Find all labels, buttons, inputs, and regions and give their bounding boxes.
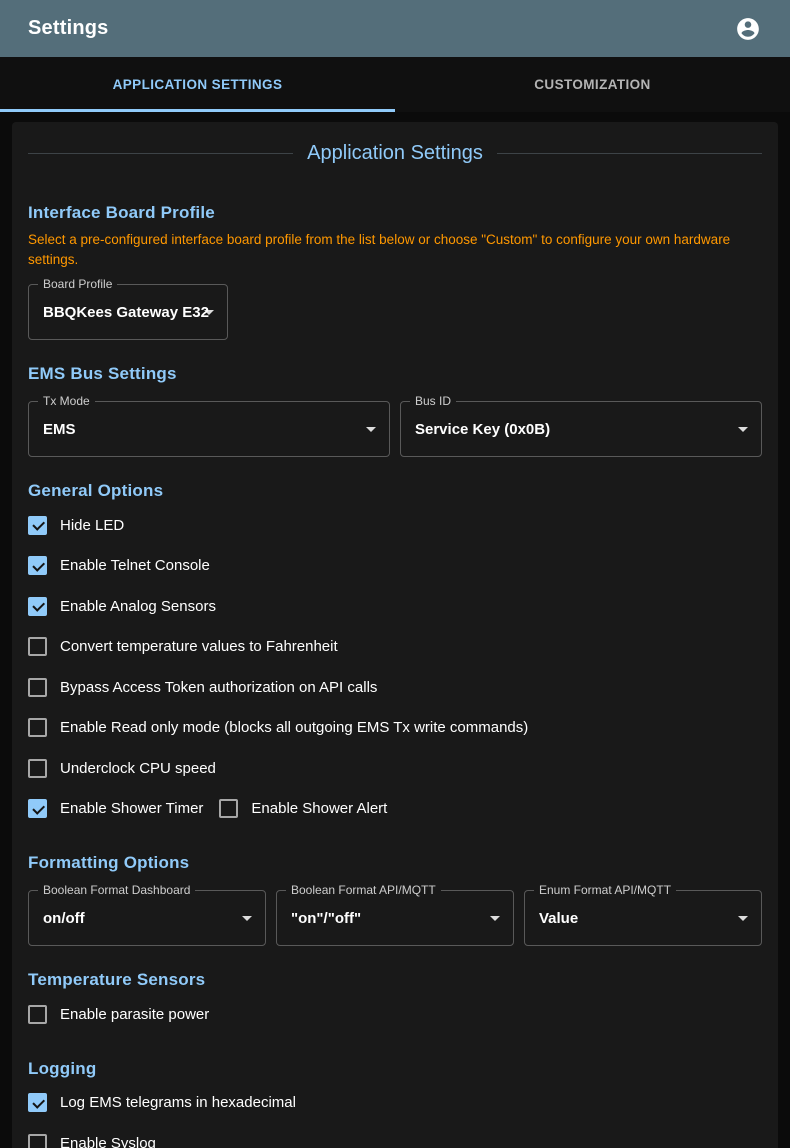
- checkbox-box[interactable]: [28, 516, 47, 535]
- checkbox-row: Hide LED: [28, 505, 762, 546]
- checkbox-label: Enable Read only mode (blocks all outgoi…: [60, 719, 528, 736]
- boolean-format-dashboard-value: on/off: [43, 910, 85, 927]
- temperature-sensors-group: Enable parasite power: [28, 994, 762, 1035]
- checkbox-box[interactable]: [28, 637, 47, 656]
- checkbox-enable-shower-timer[interactable]: Enable Shower Timer: [28, 799, 203, 818]
- checkbox-label: Enable parasite power: [60, 1006, 209, 1023]
- checkbox-box[interactable]: [28, 1005, 47, 1024]
- tx-mode-select-label: Tx Mode: [38, 394, 95, 408]
- bus-id-select[interactable]: Bus ID Service Key (0x0B): [400, 401, 762, 457]
- checkbox-box[interactable]: [28, 1134, 47, 1148]
- checkbox-box[interactable]: [28, 597, 47, 616]
- logging-group: Log EMS telegrams in hexadecimal Enable …: [28, 1083, 762, 1148]
- checkbox-row: Enable Syslog: [28, 1123, 762, 1148]
- checkbox-hide-led[interactable]: Hide LED: [28, 516, 124, 535]
- checkbox-row: Enable Analog Sensors: [28, 586, 762, 627]
- checkbox-bypass-access-token[interactable]: Bypass Access Token authorization on API…: [28, 678, 377, 697]
- checkbox-read-only-mode[interactable]: Enable Read only mode (blocks all outgoi…: [28, 718, 528, 737]
- bus-id-select-label: Bus ID: [410, 394, 456, 408]
- checkbox-label: Enable Shower Timer: [60, 800, 203, 817]
- section-interface-board-profile: Interface Board Profile: [28, 203, 762, 223]
- checkbox-box[interactable]: [28, 556, 47, 575]
- checkbox-box[interactable]: [28, 759, 47, 778]
- boolean-format-api-label: Boolean Format API/MQTT: [286, 883, 441, 897]
- section-logging: Logging: [28, 1059, 762, 1079]
- formatting-selects-row: Boolean Format Dashboard on/off Boolean …: [28, 890, 762, 946]
- title-divider-left: [28, 153, 293, 154]
- checkbox-box[interactable]: [28, 718, 47, 737]
- checkbox-label: Bypass Access Token authorization on API…: [60, 679, 377, 696]
- ems-bus-selects-row: Tx Mode EMS Bus ID Service Key (0x0B): [28, 401, 762, 457]
- checkbox-label: Enable Telnet Console: [60, 557, 210, 574]
- checkbox-label: Convert temperature values to Fahrenheit: [60, 638, 338, 655]
- section-formatting-options: Formatting Options: [28, 853, 762, 873]
- checkbox-enable-analog-sensors[interactable]: Enable Analog Sensors: [28, 597, 216, 616]
- checkbox-row: Enable Telnet Console: [28, 546, 762, 587]
- app-bar-title: Settings: [28, 17, 109, 40]
- section-ems-bus-settings: EMS Bus Settings: [28, 364, 762, 384]
- checkbox-label: Enable Syslog: [60, 1135, 156, 1148]
- bus-id-select-value: Service Key (0x0B): [415, 421, 550, 438]
- tx-mode-select[interactable]: Tx Mode EMS: [28, 401, 390, 457]
- section-temperature-sensors: Temperature Sensors: [28, 970, 762, 990]
- board-profile-select[interactable]: Board Profile BBQKees Gateway E32: [28, 284, 228, 340]
- chevron-down-icon: [242, 916, 252, 921]
- general-options-group: Hide LED Enable Telnet Console Enable An…: [28, 505, 762, 829]
- checkbox-row: Log EMS telegrams in hexadecimal: [28, 1083, 762, 1124]
- boolean-format-api-select[interactable]: Boolean Format API/MQTT "on"/"off": [276, 890, 514, 946]
- board-profile-description: Select a pre-configured interface board …: [28, 230, 762, 269]
- checkbox-row-shower: Enable Shower Timer Enable Shower Alert: [28, 789, 762, 830]
- checkbox-label: Hide LED: [60, 517, 124, 534]
- chevron-down-icon: [738, 916, 748, 921]
- boolean-format-api-value: "on"/"off": [291, 910, 361, 927]
- tab-customization[interactable]: CUSTOMIZATION: [395, 57, 790, 112]
- page-title: Application Settings: [307, 142, 483, 165]
- board-profile-row: Board Profile BBQKees Gateway E32: [28, 284, 762, 340]
- checkbox-underclock-cpu[interactable]: Underclock CPU speed: [28, 759, 216, 778]
- account-button[interactable]: [728, 9, 768, 49]
- checkbox-enable-telnet-console[interactable]: Enable Telnet Console: [28, 556, 210, 575]
- title-divider-right: [497, 153, 762, 154]
- checkbox-box[interactable]: [28, 799, 47, 818]
- page-content: Application Settings Interface Board Pro…: [0, 112, 790, 1148]
- checkbox-row: Underclock CPU speed: [28, 748, 762, 789]
- checkbox-enable-parasite-power[interactable]: Enable parasite power: [28, 1005, 209, 1024]
- checkbox-box[interactable]: [28, 678, 47, 697]
- checkbox-row: Bypass Access Token authorization on API…: [28, 667, 762, 708]
- checkbox-label: Enable Analog Sensors: [60, 598, 216, 615]
- checkbox-label: Log EMS telegrams in hexadecimal: [60, 1094, 296, 1111]
- active-tab-indicator: [0, 109, 395, 112]
- boolean-format-dashboard-label: Boolean Format Dashboard: [38, 883, 195, 897]
- tab-bar: APPLICATION SETTINGS CUSTOMIZATION: [0, 57, 790, 112]
- chevron-down-icon: [490, 916, 500, 921]
- enum-format-api-label: Enum Format API/MQTT: [534, 883, 676, 897]
- checkbox-log-ems-hex[interactable]: Log EMS telegrams in hexadecimal: [28, 1093, 296, 1112]
- page-title-row: Application Settings: [28, 142, 762, 165]
- board-profile-select-value: BBQKees Gateway E32: [43, 304, 209, 321]
- settings-card: Application Settings Interface Board Pro…: [12, 122, 778, 1148]
- checkbox-row: Convert temperature values to Fahrenheit: [28, 627, 762, 668]
- checkbox-convert-fahrenheit[interactable]: Convert temperature values to Fahrenheit: [28, 637, 338, 656]
- enum-format-api-select[interactable]: Enum Format API/MQTT Value: [524, 890, 762, 946]
- boolean-format-dashboard-select[interactable]: Boolean Format Dashboard on/off: [28, 890, 266, 946]
- account-circle-icon: [735, 16, 761, 42]
- enum-format-api-value: Value: [539, 910, 578, 927]
- chevron-down-icon: [204, 310, 214, 315]
- section-general-options: General Options: [28, 481, 762, 501]
- checkbox-box[interactable]: [219, 799, 238, 818]
- tab-application-settings[interactable]: APPLICATION SETTINGS: [0, 57, 395, 112]
- checkbox-label: Enable Shower Alert: [251, 800, 387, 817]
- checkbox-row: Enable Read only mode (blocks all outgoi…: [28, 708, 762, 749]
- tx-mode-select-value: EMS: [43, 421, 76, 438]
- checkbox-enable-syslog[interactable]: Enable Syslog: [28, 1134, 156, 1148]
- checkbox-box[interactable]: [28, 1093, 47, 1112]
- checkbox-label: Underclock CPU speed: [60, 760, 216, 777]
- chevron-down-icon: [738, 427, 748, 432]
- app-bar: Settings: [0, 0, 790, 57]
- chevron-down-icon: [366, 427, 376, 432]
- checkbox-enable-shower-alert[interactable]: Enable Shower Alert: [219, 799, 387, 818]
- board-profile-select-label: Board Profile: [38, 277, 117, 291]
- checkbox-row: Enable parasite power: [28, 994, 762, 1035]
